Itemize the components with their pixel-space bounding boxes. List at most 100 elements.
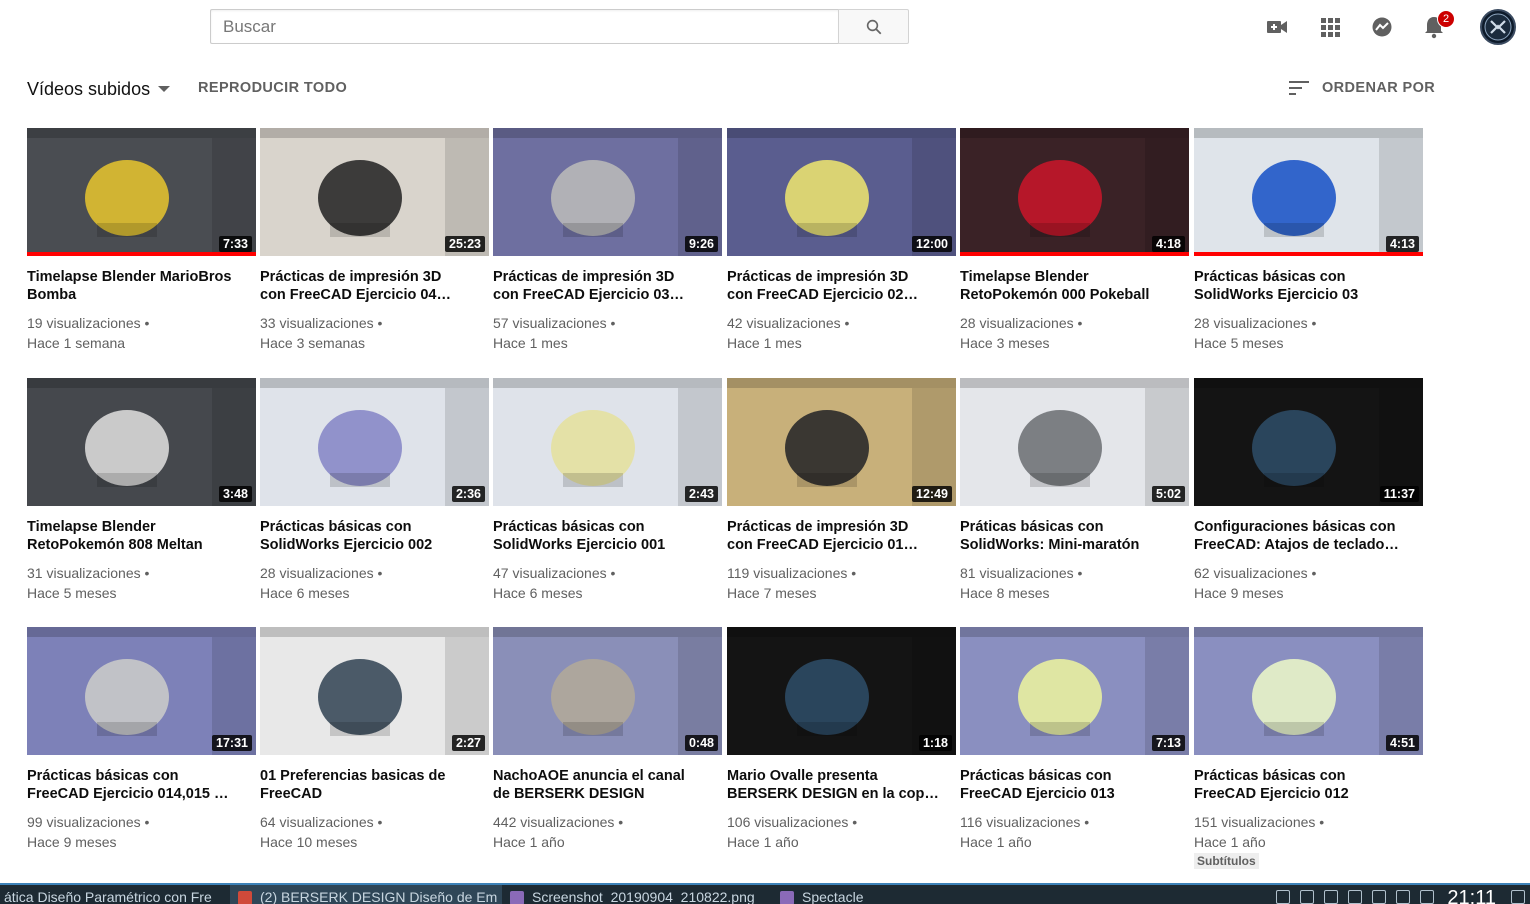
video-thumbnail[interactable]: 7:13 (960, 627, 1189, 755)
video-title[interactable]: Prácticas de impresión 3D con FreeCAD Eje… (727, 519, 956, 554)
display-icon[interactable] (1324, 890, 1339, 904)
view-count: 28 visualizaciones • (260, 565, 383, 581)
video-title-line: con FreeCAD Ejercicio 02… (727, 286, 918, 303)
duration-badge: 2:43 (684, 486, 718, 502)
video-thumbnail[interactable]: 2:27 (260, 627, 489, 755)
apps-button[interactable] (1317, 14, 1343, 40)
video-metadata: 47 visualizaciones • Hace 6 meses (493, 563, 722, 603)
video-title[interactable]: Timelapse Blender RetoPokemón 808 Meltan (27, 519, 256, 554)
tray-expand-icon[interactable] (1420, 890, 1435, 904)
video-title-line: Prácticas básicas con (1194, 269, 1346, 285)
video-title[interactable]: Prácticas de impresión 3D con FreeCAD Eje… (260, 269, 489, 304)
video-title-line: Timelapse Blender (27, 519, 156, 535)
video-thumbnail[interactable]: 4:51 (1194, 627, 1423, 755)
messages-button[interactable] (1369, 14, 1395, 40)
video-thumbnail[interactable]: 9:26 (493, 128, 722, 256)
sort-button[interactable]: ORDENAR POR (1288, 77, 1435, 99)
video-title-line: Configuraciones básicas con (1194, 519, 1396, 535)
video-card[interactable]: 0:48 NachoAOE anuncia el canal de BERSERK … (493, 627, 722, 852)
video-title[interactable]: Prácticas básicas con FreeCAD Ejercicio 0… (1194, 768, 1423, 803)
network-icon[interactable] (1276, 890, 1291, 904)
video-title[interactable]: Prácticas de impresión 3D con FreeCAD Eje… (727, 269, 956, 304)
video-thumbnail[interactable]: 11:37 (1194, 378, 1423, 506)
video-title-line: FreeCAD Ejercicio 013 (960, 785, 1115, 802)
video-title-line: Timelapse Blender (960, 269, 1089, 285)
video-thumbnail[interactable]: 2:43 (493, 378, 722, 506)
notification-count-badge: 2 (1437, 10, 1455, 28)
taskbar-item[interactable]: Screenshot_20190904_210822.png (502, 885, 772, 904)
taskbar-item-label: (2) BERSERK DESIGN Diseño de Em (260, 889, 498, 904)
volume-icon[interactable] (1348, 890, 1363, 904)
duration-badge: 7:33 (218, 236, 252, 252)
lock-icon[interactable] (1396, 890, 1411, 904)
video-card[interactable]: 2:36 Prácticas básicas con SolidWorks Ejer… (260, 378, 489, 603)
video-card[interactable]: 1:18 Mario Ovalle presenta BERSERK DESIGN … (727, 627, 956, 852)
account-avatar[interactable] (1480, 9, 1516, 45)
video-thumbnail[interactable]: 12:00 (727, 128, 956, 256)
video-thumbnail[interactable]: 0:48 (493, 627, 722, 755)
video-card[interactable]: 4:51 Prácticas básicas con FreeCAD Ejercic… (1194, 627, 1423, 870)
view-count: 28 visualizaciones • (1194, 315, 1317, 331)
video-title[interactable]: Timelapse Blender RetoPokemón 000 Pokebal… (960, 269, 1189, 304)
view-count: 33 visualizaciones • (260, 315, 383, 331)
video-card[interactable]: 7:33 Timelapse Blender MarioBros Bomba 19 v… (27, 128, 256, 353)
video-card[interactable]: 3:48 Timelapse Blender RetoPokemón 808 Mel… (27, 378, 256, 603)
video-thumbnail[interactable]: 7:33 (27, 128, 256, 256)
video-card[interactable]: 4:13 Prácticas básicas con SolidWorks Ejer… (1194, 128, 1423, 353)
video-metadata: 151 visualizaciones • Hace 1 año (1194, 812, 1423, 852)
video-title[interactable]: Prácticas de impresión 3D con FreeCAD Eje… (493, 269, 722, 304)
video-thumbnail[interactable]: 2:36 (260, 378, 489, 506)
video-thumbnail[interactable]: 3:48 (27, 378, 256, 506)
video-thumbnail[interactable]: 5:02 (960, 378, 1189, 506)
clipboard-icon[interactable] (1300, 890, 1315, 904)
video-title[interactable]: Prácticas básicas con SolidWorks Ejercici… (493, 519, 722, 554)
video-card[interactable]: 17:31 Prácticas básicas con FreeCAD Ejerci… (27, 627, 256, 852)
taskbar-item[interactable]: ática Diseño Paramétrico con Fre (0, 885, 230, 904)
video-card[interactable]: 2:43 Prácticas básicas con SolidWorks Ejer… (493, 378, 722, 603)
video-title[interactable]: Prácticas básicas con FreeCAD Ejercicio 0… (27, 768, 256, 803)
video-card[interactable]: 4:18 Timelapse Blender RetoPokemón 000 Pok… (960, 128, 1189, 353)
video-thumbnail[interactable]: 17:31 (27, 627, 256, 755)
video-title[interactable]: Timelapse Blender MarioBros Bomba (27, 269, 256, 304)
video-title-line: Prácticas básicas con (27, 768, 179, 784)
video-title[interactable]: Práticas básicas con SolidWorks: Mini-mar… (960, 519, 1189, 554)
video-thumbnail[interactable]: 4:13 (1194, 128, 1423, 256)
show-desktop-icon[interactable] (1511, 890, 1525, 904)
video-title-line: Prácticas de impresión 3D (260, 269, 442, 285)
taskbar-item[interactable]: Spectacle (772, 885, 892, 904)
video-card[interactable]: 12:49 Prácticas de impresión 3D con FreeCA… (727, 378, 956, 603)
video-thumbnail[interactable]: 25:23 (260, 128, 489, 256)
app-icon (238, 891, 252, 904)
watch-progress-bar (27, 252, 256, 256)
search-button[interactable] (838, 9, 909, 44)
duration-badge: 25:23 (445, 236, 485, 252)
video-card[interactable]: 5:02 Práticas básicas con SolidWorks: Mini… (960, 378, 1189, 603)
search-input[interactable] (211, 10, 839, 43)
taskbar-item[interactable]: (2) BERSERK DESIGN Diseño de Em (230, 885, 502, 904)
video-card[interactable]: 7:13 Prácticas básicas con FreeCAD Ejercic… (960, 627, 1189, 852)
caret-down-icon (158, 86, 171, 92)
create-video-button[interactable] (1264, 14, 1290, 40)
video-card[interactable]: 2:27 01 Preferencias basicas de FreeCAD 64 … (260, 627, 489, 852)
video-card[interactable]: 11:37 Configuraciones básicas con FreeCAD:… (1194, 378, 1423, 603)
video-title[interactable]: Prácticas básicas con SolidWorks Ejercici… (1194, 269, 1423, 304)
search-icon (866, 19, 881, 34)
duration-badge: 11:37 (1379, 486, 1419, 502)
video-title-line: SolidWorks: Mini-maratón (960, 536, 1140, 553)
video-title[interactable]: Configuraciones básicas con FreeCAD: Ataj… (1194, 519, 1423, 554)
video-thumbnail[interactable]: 12:49 (727, 378, 956, 506)
uploads-dropdown[interactable]: Vídeos subidos (27, 79, 171, 100)
video-title[interactable]: 01 Preferencias basicas de FreeCAD (260, 768, 489, 803)
video-title[interactable]: Prácticas básicas con SolidWorks Ejercici… (260, 519, 489, 554)
video-title[interactable]: NachoAOE anuncia el canal de BERSERK DESI… (493, 768, 722, 803)
battery-icon[interactable] (1372, 890, 1387, 904)
video-title[interactable]: Prácticas básicas con FreeCAD Ejercicio 0… (960, 768, 1189, 803)
play-all-button[interactable]: REPRODUCIR TODO (198, 80, 347, 96)
video-thumbnail[interactable]: 4:18 (960, 128, 1189, 256)
view-count: 151 visualizaciones • (1194, 814, 1325, 830)
video-card[interactable]: 9:26 Prácticas de impresión 3D con FreeCAD… (493, 128, 722, 353)
video-card[interactable]: 25:23 Prácticas de impresión 3D con FreeCA… (260, 128, 489, 353)
video-card[interactable]: 12:00 Prácticas de impresión 3D con FreeCA… (727, 128, 956, 353)
video-title[interactable]: Mario Ovalle presenta BERSERK DESIGN en l… (727, 768, 956, 803)
video-thumbnail[interactable]: 1:18 (727, 627, 956, 755)
